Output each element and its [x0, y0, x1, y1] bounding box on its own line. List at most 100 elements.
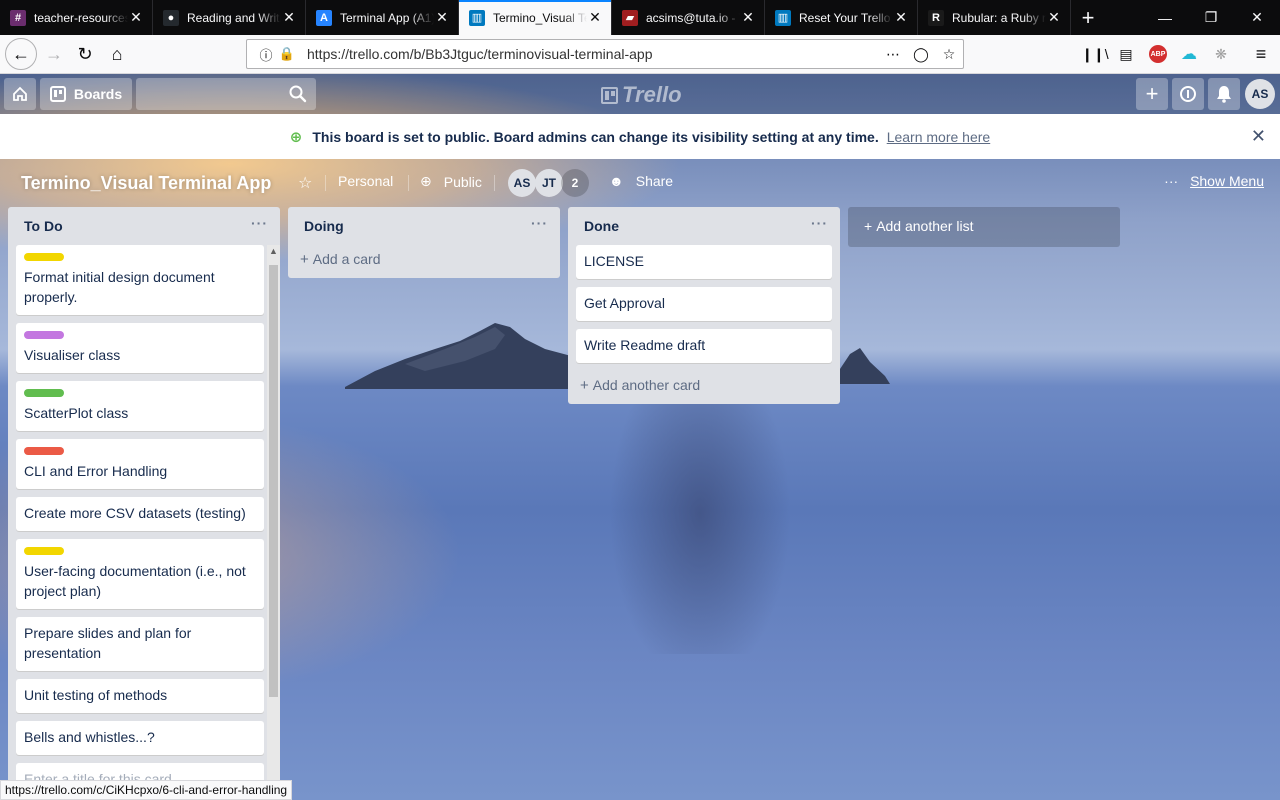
star-icon[interactable]: ☆ — [298, 173, 312, 193]
info-button[interactable] — [1172, 78, 1204, 110]
card-label[interactable] — [24, 447, 64, 455]
list-title[interactable]: To Do — [24, 218, 63, 234]
close-tab-icon[interactable]: ✕ — [434, 9, 450, 26]
notifications-button[interactable] — [1208, 78, 1240, 110]
trello-logo[interactable]: Trello — [601, 82, 682, 108]
reload-button[interactable]: ↻ — [70, 39, 100, 69]
bell-icon — [1217, 86, 1231, 103]
share-button[interactable]: ☻ Share — [609, 173, 673, 189]
close-tab-icon[interactable]: ✕ — [281, 9, 297, 26]
card[interactable]: ScatterPlot class — [16, 381, 264, 431]
share-label: Share — [635, 173, 674, 189]
search-input[interactable] — [136, 78, 316, 110]
status-bar-url: https://trello.com/c/CiKHcpxo/6-cli-and-… — [0, 780, 293, 800]
tab-title: Reset Your Trello Password — [799, 10, 893, 25]
boards-button[interactable]: Boards — [40, 78, 132, 110]
info-icon[interactable]: ⓘ — [255, 45, 277, 64]
card-title: LICENSE — [584, 253, 644, 269]
user-avatar[interactable]: AS — [1245, 79, 1275, 109]
card[interactable]: Visualiser class — [16, 323, 264, 373]
browser-tab[interactable]: ▥ Termino_Visual Terminal App✕ — [459, 0, 612, 35]
boards-label: Boards — [73, 86, 123, 102]
globe-icon: ⊕ — [420, 173, 432, 189]
card[interactable]: Unit testing of methods — [16, 679, 264, 713]
url-text[interactable]: https://trello.com/b/Bb3Jtguc/terminovis… — [307, 46, 879, 62]
close-window-button[interactable]: ✕ — [1234, 0, 1280, 35]
url-bar[interactable]: ⓘ 🔒 https://trello.com/b/Bb3Jtguc/termin… — [246, 39, 964, 69]
hamburger-menu-icon[interactable]: ≡ — [1246, 39, 1276, 69]
reader-view-icon[interactable]: ▤ — [1111, 39, 1141, 69]
close-tab-icon[interactable]: ✕ — [740, 9, 756, 26]
add-list-button[interactable]: + Add another list — [848, 207, 1120, 247]
card[interactable]: Format initial design document properly. — [16, 245, 264, 315]
pocket-icon[interactable]: ◯ — [907, 46, 935, 63]
fingerprint-icon[interactable]: ❋ — [1206, 39, 1236, 69]
visibility-button[interactable]: ⊕ Public — [420, 173, 482, 190]
card[interactable]: User-facing documentation (i.e., not pro… — [16, 539, 264, 609]
divider — [325, 175, 326, 191]
tab-title: Rubular: a Ruby regular expression edito… — [952, 10, 1046, 25]
list-menu-icon[interactable]: ··· — [251, 215, 268, 231]
card-label[interactable] — [24, 253, 64, 261]
scrollbar-thumb[interactable] — [269, 265, 278, 697]
minimize-button[interactable]: — — [1142, 0, 1188, 35]
search-icon[interactable] — [288, 84, 308, 104]
card[interactable]: Write Readme draft — [576, 329, 832, 363]
list-title[interactable]: Done — [584, 218, 619, 234]
close-tab-icon[interactable]: ✕ — [128, 9, 144, 26]
learn-more-link[interactable]: Learn more here — [887, 129, 991, 145]
card-label[interactable] — [24, 547, 64, 555]
forward-button[interactable]: → — [39, 39, 69, 69]
scroll-up-icon[interactable]: ▲ — [267, 245, 280, 258]
home-icon[interactable] — [4, 78, 36, 110]
list-title[interactable]: Doing — [304, 218, 344, 234]
home-button[interactable]: ⌂ — [102, 39, 132, 69]
member-avatar[interactable]: AS — [508, 169, 536, 197]
bookmark-star-icon[interactable]: ☆ — [935, 46, 963, 63]
page-actions-icon[interactable]: ⋯ — [879, 46, 907, 63]
list-header[interactable]: To Do ··· — [8, 207, 280, 245]
create-button[interactable]: + — [1136, 78, 1168, 110]
card[interactable]: Get Approval — [576, 287, 832, 321]
list-header[interactable]: Doing ··· — [288, 207, 560, 245]
add-card-button[interactable]: + Add another card — [568, 371, 840, 404]
card-label[interactable] — [24, 331, 64, 339]
board-title[interactable]: Termino_Visual Terminal App — [21, 173, 271, 194]
browser-tab[interactable]: A Terminal App (A1) ✕ — [306, 0, 459, 35]
card[interactable]: Prepare slides and plan for presentation — [16, 617, 264, 671]
trello-header: Boards Trello + AS — [0, 74, 1280, 114]
cloud-icon[interactable]: ☁ — [1174, 39, 1204, 69]
close-icon[interactable]: ✕ — [1251, 126, 1266, 147]
browser-tab[interactable]: ▥ Reset Your Trello Password✕ — [765, 0, 918, 35]
browser-tab[interactable]: ▰ acsims@tuta.io - Tutanota✕ — [612, 0, 765, 35]
team-button[interactable]: Personal — [338, 173, 393, 189]
close-tab-icon[interactable]: ✕ — [587, 9, 603, 26]
restore-button[interactable]: ❐ — [1188, 0, 1234, 35]
card[interactable]: Bells and whistles...? — [16, 721, 264, 755]
lock-icon[interactable]: 🔒 — [277, 46, 297, 62]
list-header[interactable]: Done ··· — [568, 207, 840, 245]
show-menu-button[interactable]: ··· Show Menu — [1164, 173, 1264, 189]
card[interactable]: LICENSE — [576, 245, 832, 279]
card[interactable]: CLI and Error Handling — [16, 439, 264, 489]
library-icon[interactable]: ❙❙\ — [1080, 39, 1110, 69]
browser-tab[interactable]: R Rubular: a Ruby regular expression edit… — [918, 0, 1071, 35]
slack-icon: # — [10, 9, 26, 26]
card-container: Format initial design document properly.… — [8, 245, 264, 800]
browser-tab[interactable]: ● Reading and Writing✕ — [153, 0, 306, 35]
member-count-badge[interactable]: 2 — [561, 169, 589, 197]
list-menu-icon[interactable]: ··· — [811, 215, 828, 231]
member-avatar[interactable]: JT — [535, 169, 563, 197]
close-tab-icon[interactable]: ✕ — [1046, 9, 1062, 26]
new-tab-button[interactable]: + — [1071, 0, 1105, 35]
card-label[interactable] — [24, 389, 64, 397]
list-menu-icon[interactable]: ··· — [531, 215, 548, 231]
back-button[interactable]: ← — [5, 38, 37, 70]
card-title: Write Readme draft — [584, 337, 706, 353]
card[interactable]: Create more CSV datasets (testing) — [16, 497, 264, 531]
close-tab-icon[interactable]: ✕ — [893, 9, 909, 26]
list-scrollbar[interactable]: ▲ ▼ — [267, 245, 280, 800]
add-card-button[interactable]: + Add a card — [288, 245, 560, 278]
browser-tab[interactable]: # teacher-resources ✕ — [0, 0, 153, 35]
adblock-icon[interactable]: ABP — [1143, 39, 1173, 69]
